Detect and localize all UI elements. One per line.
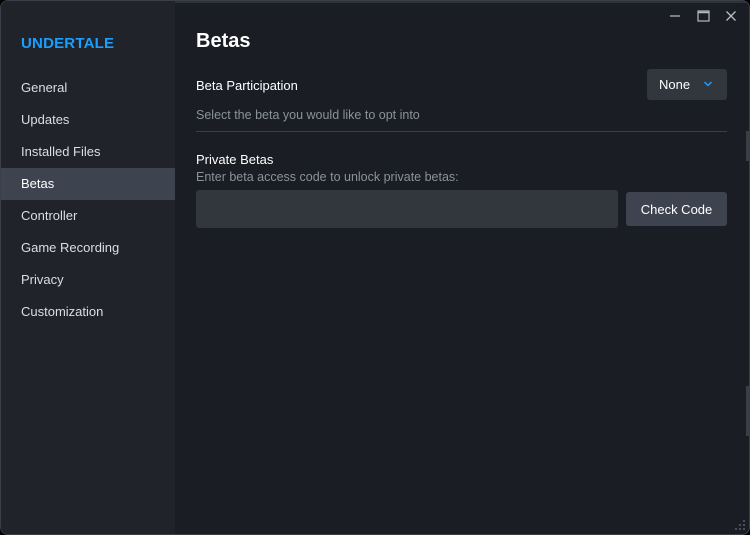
window-controls	[661, 5, 745, 27]
game-title: UNDERTALE	[21, 35, 115, 52]
sidebar-item-privacy[interactable]: Privacy	[1, 264, 175, 296]
properties-window: UNDERTALE General Updates Installed File…	[0, 0, 750, 535]
minimize-button[interactable]	[661, 5, 689, 27]
close-button[interactable]	[717, 5, 745, 27]
dropdown-selected-value: None	[659, 77, 691, 92]
sidebar-item-installed-files[interactable]: Installed Files	[1, 136, 175, 168]
sidebar-item-updates[interactable]: Updates	[1, 104, 175, 136]
close-icon	[726, 11, 736, 21]
main-panel: Betas Beta Participation None Select the…	[175, 1, 749, 534]
beta-participation-label: Beta Participation	[196, 78, 298, 93]
maximize-icon	[696, 10, 710, 22]
beta-access-code-input[interactable]	[196, 190, 618, 228]
minimize-icon	[670, 15, 680, 17]
sidebar-item-betas[interactable]: Betas	[1, 168, 175, 200]
chevron-down-icon	[703, 81, 713, 87]
page-title: Betas	[196, 30, 251, 52]
sidebar-item-game-recording[interactable]: Game Recording	[1, 232, 175, 264]
sidebar-item-customization[interactable]: Customization	[1, 296, 175, 328]
sidebar-item-general[interactable]: General	[1, 72, 175, 104]
check-code-button[interactable]: Check Code	[626, 192, 727, 226]
sidebar-item-controller[interactable]: Controller	[1, 200, 175, 232]
sidebar-nav: General Updates Installed Files Betas Co…	[1, 72, 175, 328]
section-divider	[196, 131, 727, 132]
beta-participation-dropdown[interactable]: None	[647, 69, 727, 100]
scroll-edge-marker	[746, 386, 749, 436]
sidebar: UNDERTALE General Updates Installed File…	[1, 1, 175, 534]
beta-participation-description: Select the beta you would like to opt in…	[196, 108, 420, 122]
private-betas-title: Private Betas	[196, 152, 274, 167]
resize-grip-icon[interactable]	[732, 517, 746, 531]
maximize-button[interactable]	[689, 5, 717, 27]
scroll-edge-marker	[746, 131, 749, 161]
private-betas-description: Enter beta access code to unlock private…	[196, 170, 459, 184]
